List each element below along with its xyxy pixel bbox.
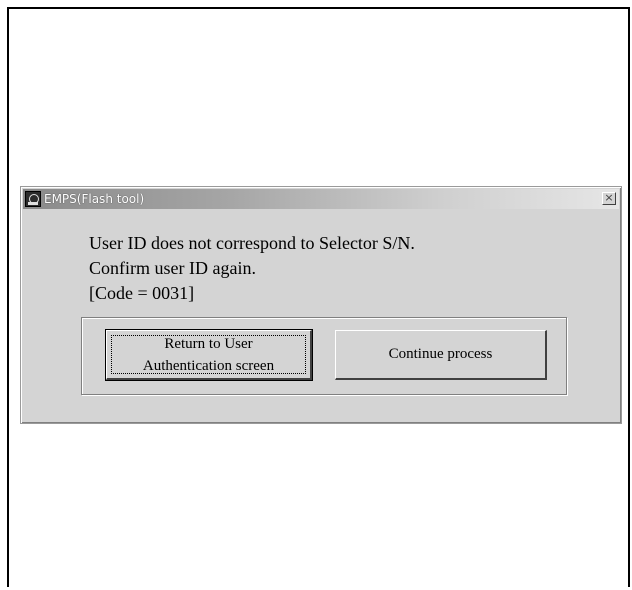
error-dialog: EMPS(Flash tool) × User ID does not corr… <box>20 186 622 424</box>
return-button-label-line-2: Authentication screen <box>142 358 275 374</box>
window-title: EMPS(Flash tool) <box>44 192 145 206</box>
message-line-3: [Code = 0031] <box>89 283 195 303</box>
error-message: User ID does not correspond to Selector … <box>89 231 415 306</box>
return-button-label: Return to User Authentication screen <box>107 333 310 377</box>
title-bar[interactable]: EMPS(Flash tool) × <box>23 189 619 209</box>
message-line-1: User ID does not correspond to Selector … <box>89 233 415 253</box>
continue-process-button[interactable]: Continue process <box>335 330 547 380</box>
return-button-label-line-1: Return to User <box>164 336 253 352</box>
message-line-2: Confirm user ID again. <box>89 258 256 278</box>
return-to-authentication-button[interactable]: Return to User Authentication screen <box>105 329 313 381</box>
close-icon[interactable]: × <box>602 192 616 205</box>
button-group: Return to User Authentication screen Con… <box>81 317 567 395</box>
app-icon <box>25 191 41 207</box>
